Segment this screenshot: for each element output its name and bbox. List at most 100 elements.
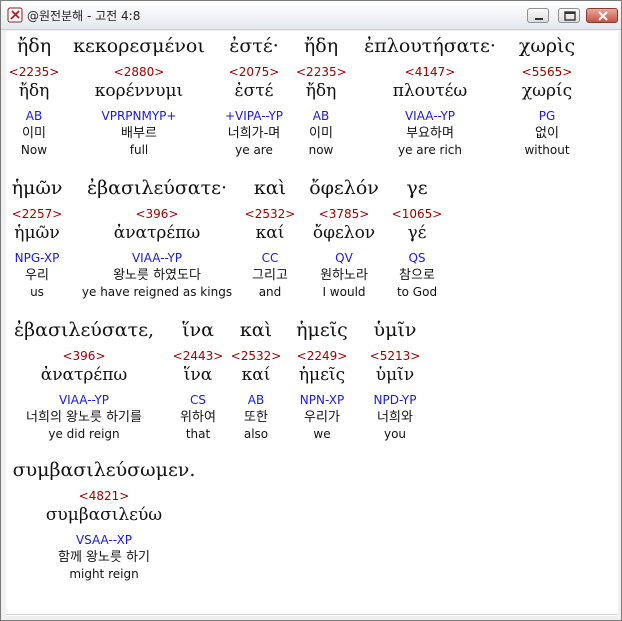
word-block[interactable]: ἵνα <2443> ἵνα CS 위하여 that: [170, 317, 226, 442]
strong-number: <2257>: [11, 207, 63, 221]
greek-word: συμβασιλεύσωμεν.: [12, 459, 196, 481]
strong-number: <2532>: [230, 349, 282, 363]
greek-word: ὄφελόν: [309, 177, 379, 199]
lemma: ἀνατρέπω: [40, 365, 128, 385]
english-gloss: ye are rich: [398, 143, 462, 157]
parsing-code: PG: [538, 109, 556, 123]
greek-word: γε: [406, 177, 428, 199]
strong-number: <4821>: [78, 489, 130, 503]
parsing-code: QS: [408, 251, 426, 265]
word-block[interactable]: καὶ <2532> καί AB 또한 also: [230, 317, 282, 442]
lemma: γέ: [407, 223, 427, 243]
lemma: καί: [241, 365, 271, 385]
interlinear-panel[interactable]: ἤδη <2235> ἤδη AB 이미 Now κεκορεσμένοι <2…: [6, 31, 618, 616]
korean-gloss: 너희의 왕노릇 하기를: [26, 410, 142, 425]
parsing-code: VIAA--YP: [131, 251, 183, 265]
lemma: ἤδη: [305, 81, 337, 101]
strong-number: <2880>: [113, 65, 165, 79]
greek-word: ἐβασιλεύσατε,: [13, 319, 155, 341]
greek-word: καὶ: [253, 177, 287, 199]
english-gloss: you: [383, 427, 407, 441]
korean-gloss: 참으로: [399, 268, 435, 283]
word-block[interactable]: ὄφελόν <3785> ὄφελον QV 원하노라 I would: [304, 175, 384, 300]
minimize-button[interactable]: [527, 8, 549, 23]
lemma: ὑμῖν: [375, 365, 415, 385]
close-button[interactable]: [586, 8, 618, 23]
greek-word: ἡμεῖς: [296, 319, 348, 341]
word-block[interactable]: ἐστέ· <2075> ἐστέ +VIPA--YP 너희가-며 ye are: [214, 33, 294, 158]
english-gloss: us: [30, 285, 44, 299]
greek-word: κεκορεσμένοι: [73, 35, 205, 57]
word-block[interactable]: καὶ <2532> καί CC 그리고 and: [242, 175, 298, 300]
strong-number: <2075>: [228, 65, 280, 79]
strong-number: <5213>: [369, 349, 421, 363]
parsing-code: AB: [247, 393, 265, 407]
strong-number: <4147>: [404, 65, 456, 79]
parsing-code: VPRPNMYP+: [101, 109, 177, 123]
korean-gloss: 또한: [244, 410, 268, 425]
greek-word: ἐβασιλεύσατε·: [86, 177, 228, 199]
lemma: ἤδη: [18, 81, 50, 101]
greek-word: ἐστέ·: [229, 35, 279, 57]
english-gloss: that: [185, 427, 211, 441]
korean-gloss: 부요하며: [406, 126, 454, 141]
title-bar[interactable]: @원전분해 - 고전 4:8: [1, 1, 621, 30]
strong-number: <396>: [62, 349, 106, 363]
word-block[interactable]: συμβασιλεύσωμεν. <4821> συμβασιλεύω VSAA…: [6, 457, 202, 582]
word-block[interactable]: κεκορεσμένοι <2880> κορέννυμι VPRPNMYP+ …: [66, 33, 212, 158]
word-block[interactable]: χωρὶς <5565> χωρίς PG 없이 without: [512, 33, 582, 158]
strong-number: <5565>: [521, 65, 573, 79]
maximize-icon: [564, 11, 576, 21]
strong-number: <1065>: [391, 207, 443, 221]
word-block[interactable]: ἐβασιλεύσατε· <396> ἀνατρέπω VIAA--YP 왕노…: [76, 175, 238, 300]
korean-gloss: 너희와: [377, 410, 413, 425]
strong-number: <2235>: [8, 65, 60, 79]
korean-gloss: 원하노라: [320, 268, 368, 283]
word-block[interactable]: ἐπλουτήσατε· <4147> πλουτέω VIAA--YP 부요하…: [352, 33, 508, 158]
parsing-code: +VIPA--YP: [224, 109, 284, 123]
lemma: ἀνατρέπω: [113, 223, 201, 243]
strong-number: <2532>: [244, 207, 296, 221]
parsing-code: VIAA--YP: [404, 109, 456, 123]
greek-word: ἤδη: [16, 35, 52, 57]
word-block[interactable]: ἡμεῖς <2249> ἡμεῖς NPN-XP 우리가 we: [288, 317, 356, 442]
korean-gloss: 함께 왕노릇 하기: [58, 550, 150, 565]
minimize-icon: [535, 18, 543, 20]
close-icon: [598, 11, 608, 21]
word-block[interactable]: ἤδη <2235> ἤδη AB 이미 Now: [6, 33, 62, 158]
parsing-code: NPN-XP: [299, 393, 345, 407]
greek-word: καὶ: [239, 319, 273, 341]
strong-number: <2235>: [296, 65, 347, 79]
word-block[interactable]: ὑμῖν <5213> ὑμῖν NPD-YP 너희와 you: [362, 317, 428, 442]
word-block[interactable]: ἐβασιλεύσατε, <396> ἀνατρέπω VIAA--YP 너희…: [6, 317, 162, 442]
app-icon: [7, 7, 23, 23]
parsing-code: VSAA--XP: [75, 533, 133, 547]
lemma: ὄφελον: [312, 223, 376, 243]
lemma: χωρίς: [521, 81, 573, 101]
panel-bottom-border: [6, 614, 618, 615]
korean-gloss: 이미: [22, 126, 46, 141]
app-window: @원전분해 - 고전 4:8 ἤδη <2235> ἤδη AB 이미 Now …: [0, 0, 622, 621]
parsing-code: NPD-YP: [373, 393, 417, 407]
korean-gloss: 없이: [535, 126, 559, 141]
parsing-code: CS: [190, 393, 206, 407]
parsing-code: QV: [335, 251, 353, 265]
lemma: καί: [255, 223, 285, 243]
lemma: ἡμῶν: [14, 223, 60, 243]
english-gloss: ye have reigned as kings: [81, 285, 233, 299]
english-gloss: Now: [20, 143, 48, 157]
greek-word: ὑμῖν: [373, 319, 417, 341]
word-block[interactable]: ἡμῶν <2257> ἡμῶν NPG-XP 우리 us: [6, 175, 68, 300]
strong-number: <2249>: [296, 349, 348, 363]
word-block[interactable]: ἤδη <2235> ἤδη AB 이미 now: [296, 33, 347, 158]
english-gloss: also: [243, 427, 269, 441]
parsing-code: AB: [312, 109, 330, 123]
strong-number: <3785>: [318, 207, 370, 221]
english-gloss: full: [129, 143, 149, 157]
lemma: κορέννυμι: [94, 81, 184, 101]
lemma: πλουτέω: [392, 81, 468, 101]
maximize-button[interactable]: [558, 8, 580, 23]
greek-word: ἵνα: [182, 319, 214, 341]
parsing-code: AB: [25, 109, 43, 123]
word-block[interactable]: γε <1065> γέ QS 참으로 to God: [390, 175, 444, 300]
